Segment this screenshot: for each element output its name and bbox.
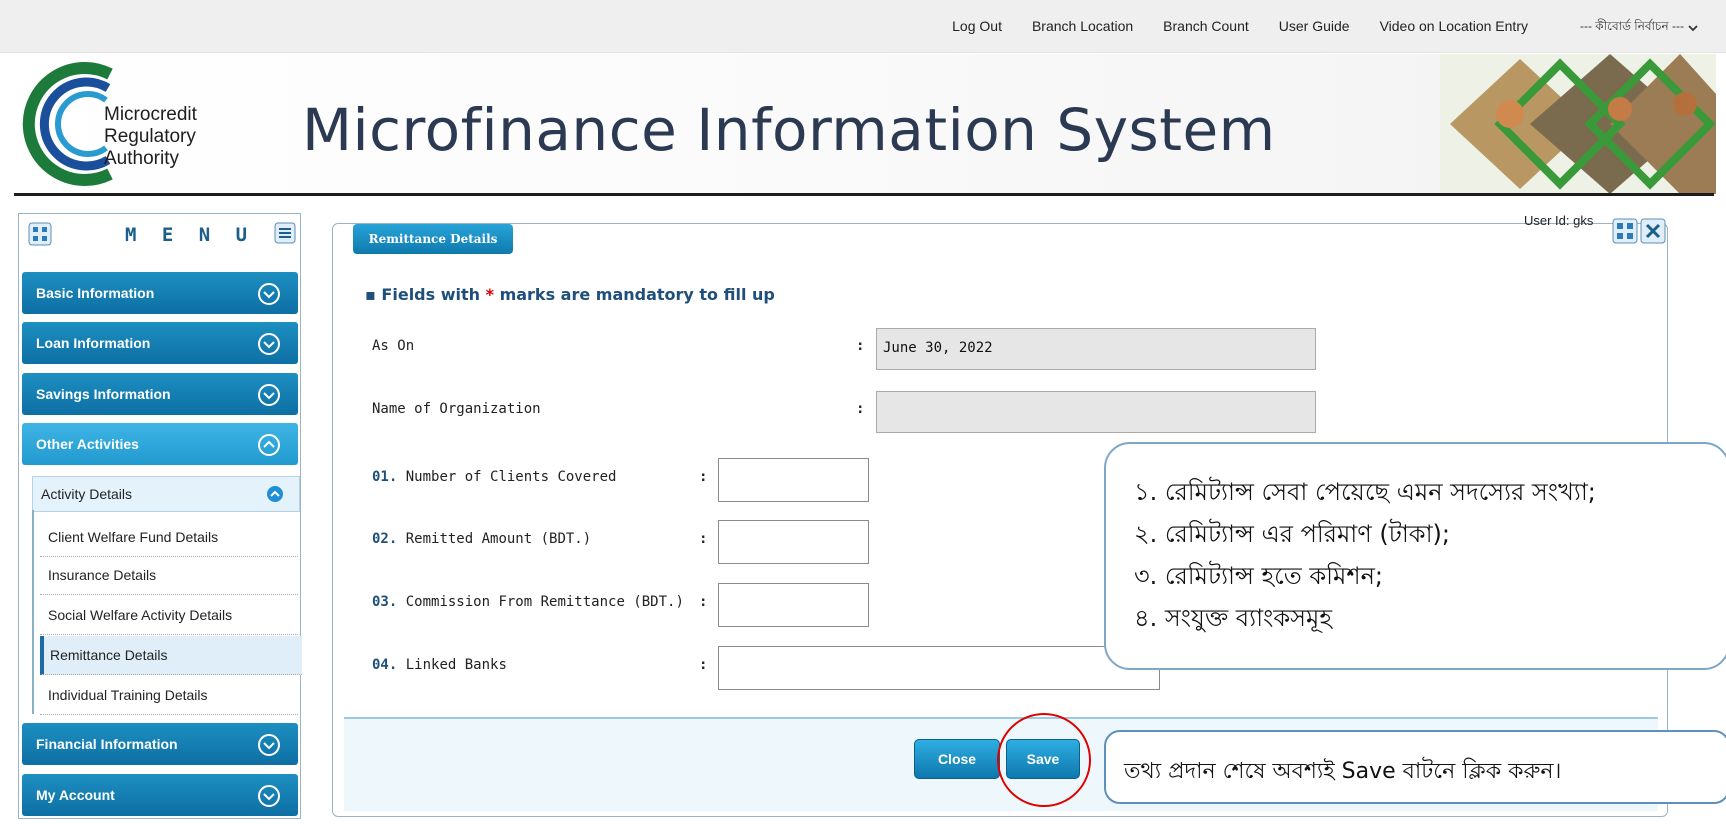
linked-banks-label: 04. Linked Banks xyxy=(372,657,507,673)
system-title: Microfinance Information System xyxy=(302,96,1276,164)
close-icon[interactable] xyxy=(1640,218,1666,244)
organization-label: Name of Organization xyxy=(372,401,541,417)
sidebar-section-my-account[interactable]: My Account xyxy=(22,774,298,816)
chevron-up-icon xyxy=(267,486,283,502)
remitted-amount-colon: : xyxy=(699,531,708,547)
sidebar-item-social-welfare[interactable]: Social Welfare Activity Details xyxy=(40,596,298,635)
chevron-down-icon xyxy=(258,785,280,807)
organization-field[interactable] xyxy=(876,391,1316,433)
fields-help-callout: ১. রেমিট্যান্স সেবা পেয়েছে এমন সদস্যের … xyxy=(1104,442,1726,670)
keyboard-select-value: --- কীবোর্ড নির্বাচন --- xyxy=(1579,19,1684,33)
clients-covered-input[interactable] xyxy=(718,458,869,502)
linked-banks-colon: : xyxy=(699,657,708,673)
chevron-down-icon xyxy=(1688,25,1698,32)
remitted-amount-input[interactable] xyxy=(718,520,869,564)
logout-link[interactable]: Log Out xyxy=(952,18,1002,38)
sidebar-section-loan-information[interactable]: Loan Information xyxy=(22,322,298,364)
organization-colon: : xyxy=(856,401,865,417)
mandatory-note: ▪ Fields with * marks are mandatory to f… xyxy=(365,285,775,304)
panel-tab-title: Remittance Details xyxy=(353,224,513,254)
chevron-up-icon xyxy=(258,434,280,456)
sidebar-item-client-welfare-fund[interactable]: Client Welfare Fund Details xyxy=(40,518,298,557)
commission-label: 03. Commission From Remittance (BDT.) xyxy=(372,594,684,610)
sidebar-item-individual-training[interactable]: Individual Training Details xyxy=(40,676,298,715)
top-nav: Log Out Branch Location Branch Count Use… xyxy=(922,18,1698,38)
banner-photo-collage xyxy=(1440,54,1716,194)
maximize-icon[interactable] xyxy=(1612,218,1638,244)
remitted-amount-label: 02. Remitted Amount (BDT.) xyxy=(372,531,592,547)
close-button[interactable]: Close xyxy=(914,739,1000,779)
chevron-down-icon xyxy=(258,734,280,756)
sidebar-item-remittance[interactable]: Remittance Details xyxy=(40,636,302,675)
callout-line: ২. রেমিট্যান্স এর পরিমাণ (টাকা); xyxy=(1134,520,1450,548)
sidebar-section-savings-information[interactable]: Savings Information xyxy=(22,373,298,415)
callout-line: ৪. সংযুক্ত ব্যাংকসমূহ xyxy=(1134,604,1332,632)
save-highlight-ring xyxy=(997,713,1091,807)
save-help-callout: তথ্য প্রদান শেষে অবশ্যই Save বাটনে ক্লিক… xyxy=(1104,730,1726,804)
callout-line: ৩. রেমিট্যান্স হতে কমিশন; xyxy=(1134,562,1383,590)
menu-title: M E N U xyxy=(125,224,255,246)
user-id: User Id: gks xyxy=(1524,213,1594,228)
logo-text: Microcredit Regulatory Authority xyxy=(104,104,197,169)
sidebar-subgroup-activity-details[interactable]: Activity Details xyxy=(32,476,300,512)
submenu-border xyxy=(32,510,34,714)
chevron-down-icon xyxy=(258,283,280,305)
as-on-label: As On xyxy=(372,338,415,354)
linked-banks-input[interactable] xyxy=(718,646,1160,690)
banner-divider xyxy=(14,193,1714,196)
chevron-down-icon xyxy=(258,384,280,406)
as-on-field[interactable]: June 30, 2022 xyxy=(876,328,1316,370)
clients-covered-label: 01. Number of Clients Covered xyxy=(372,469,617,485)
menu-hamburger-icon[interactable] xyxy=(274,222,296,244)
sidebar-section-basic-information[interactable]: Basic Information xyxy=(22,272,298,314)
video-location-entry-link[interactable]: Video on Location Entry xyxy=(1380,18,1528,38)
user-guide-link[interactable]: User Guide xyxy=(1279,18,1350,38)
branch-location-link[interactable]: Branch Location xyxy=(1032,18,1133,38)
sidebar-section-financial-information[interactable]: Financial Information xyxy=(22,723,298,765)
branch-count-link[interactable]: Branch Count xyxy=(1163,18,1249,38)
sidebar-section-other-activities[interactable]: Other Activities xyxy=(22,423,298,465)
callout-line: ১. রেমিট্যান্স সেবা পেয়েছে এমন সদস্যের … xyxy=(1134,478,1596,506)
commission-input[interactable] xyxy=(718,583,869,627)
as-on-colon: : xyxy=(856,338,865,354)
chevron-down-icon xyxy=(258,333,280,355)
expand-icon[interactable] xyxy=(28,222,52,246)
clients-covered-colon: : xyxy=(699,469,708,485)
keyboard-select[interactable]: --- কীবোর্ড নির্বাচন --- xyxy=(1550,18,1698,38)
commission-colon: : xyxy=(699,594,708,610)
callout-line: তথ্য প্রদান শেষে অবশ্যই Save বাটনে ক্লিক… xyxy=(1124,759,1562,784)
sidebar-item-insurance[interactable]: Insurance Details xyxy=(40,556,298,595)
